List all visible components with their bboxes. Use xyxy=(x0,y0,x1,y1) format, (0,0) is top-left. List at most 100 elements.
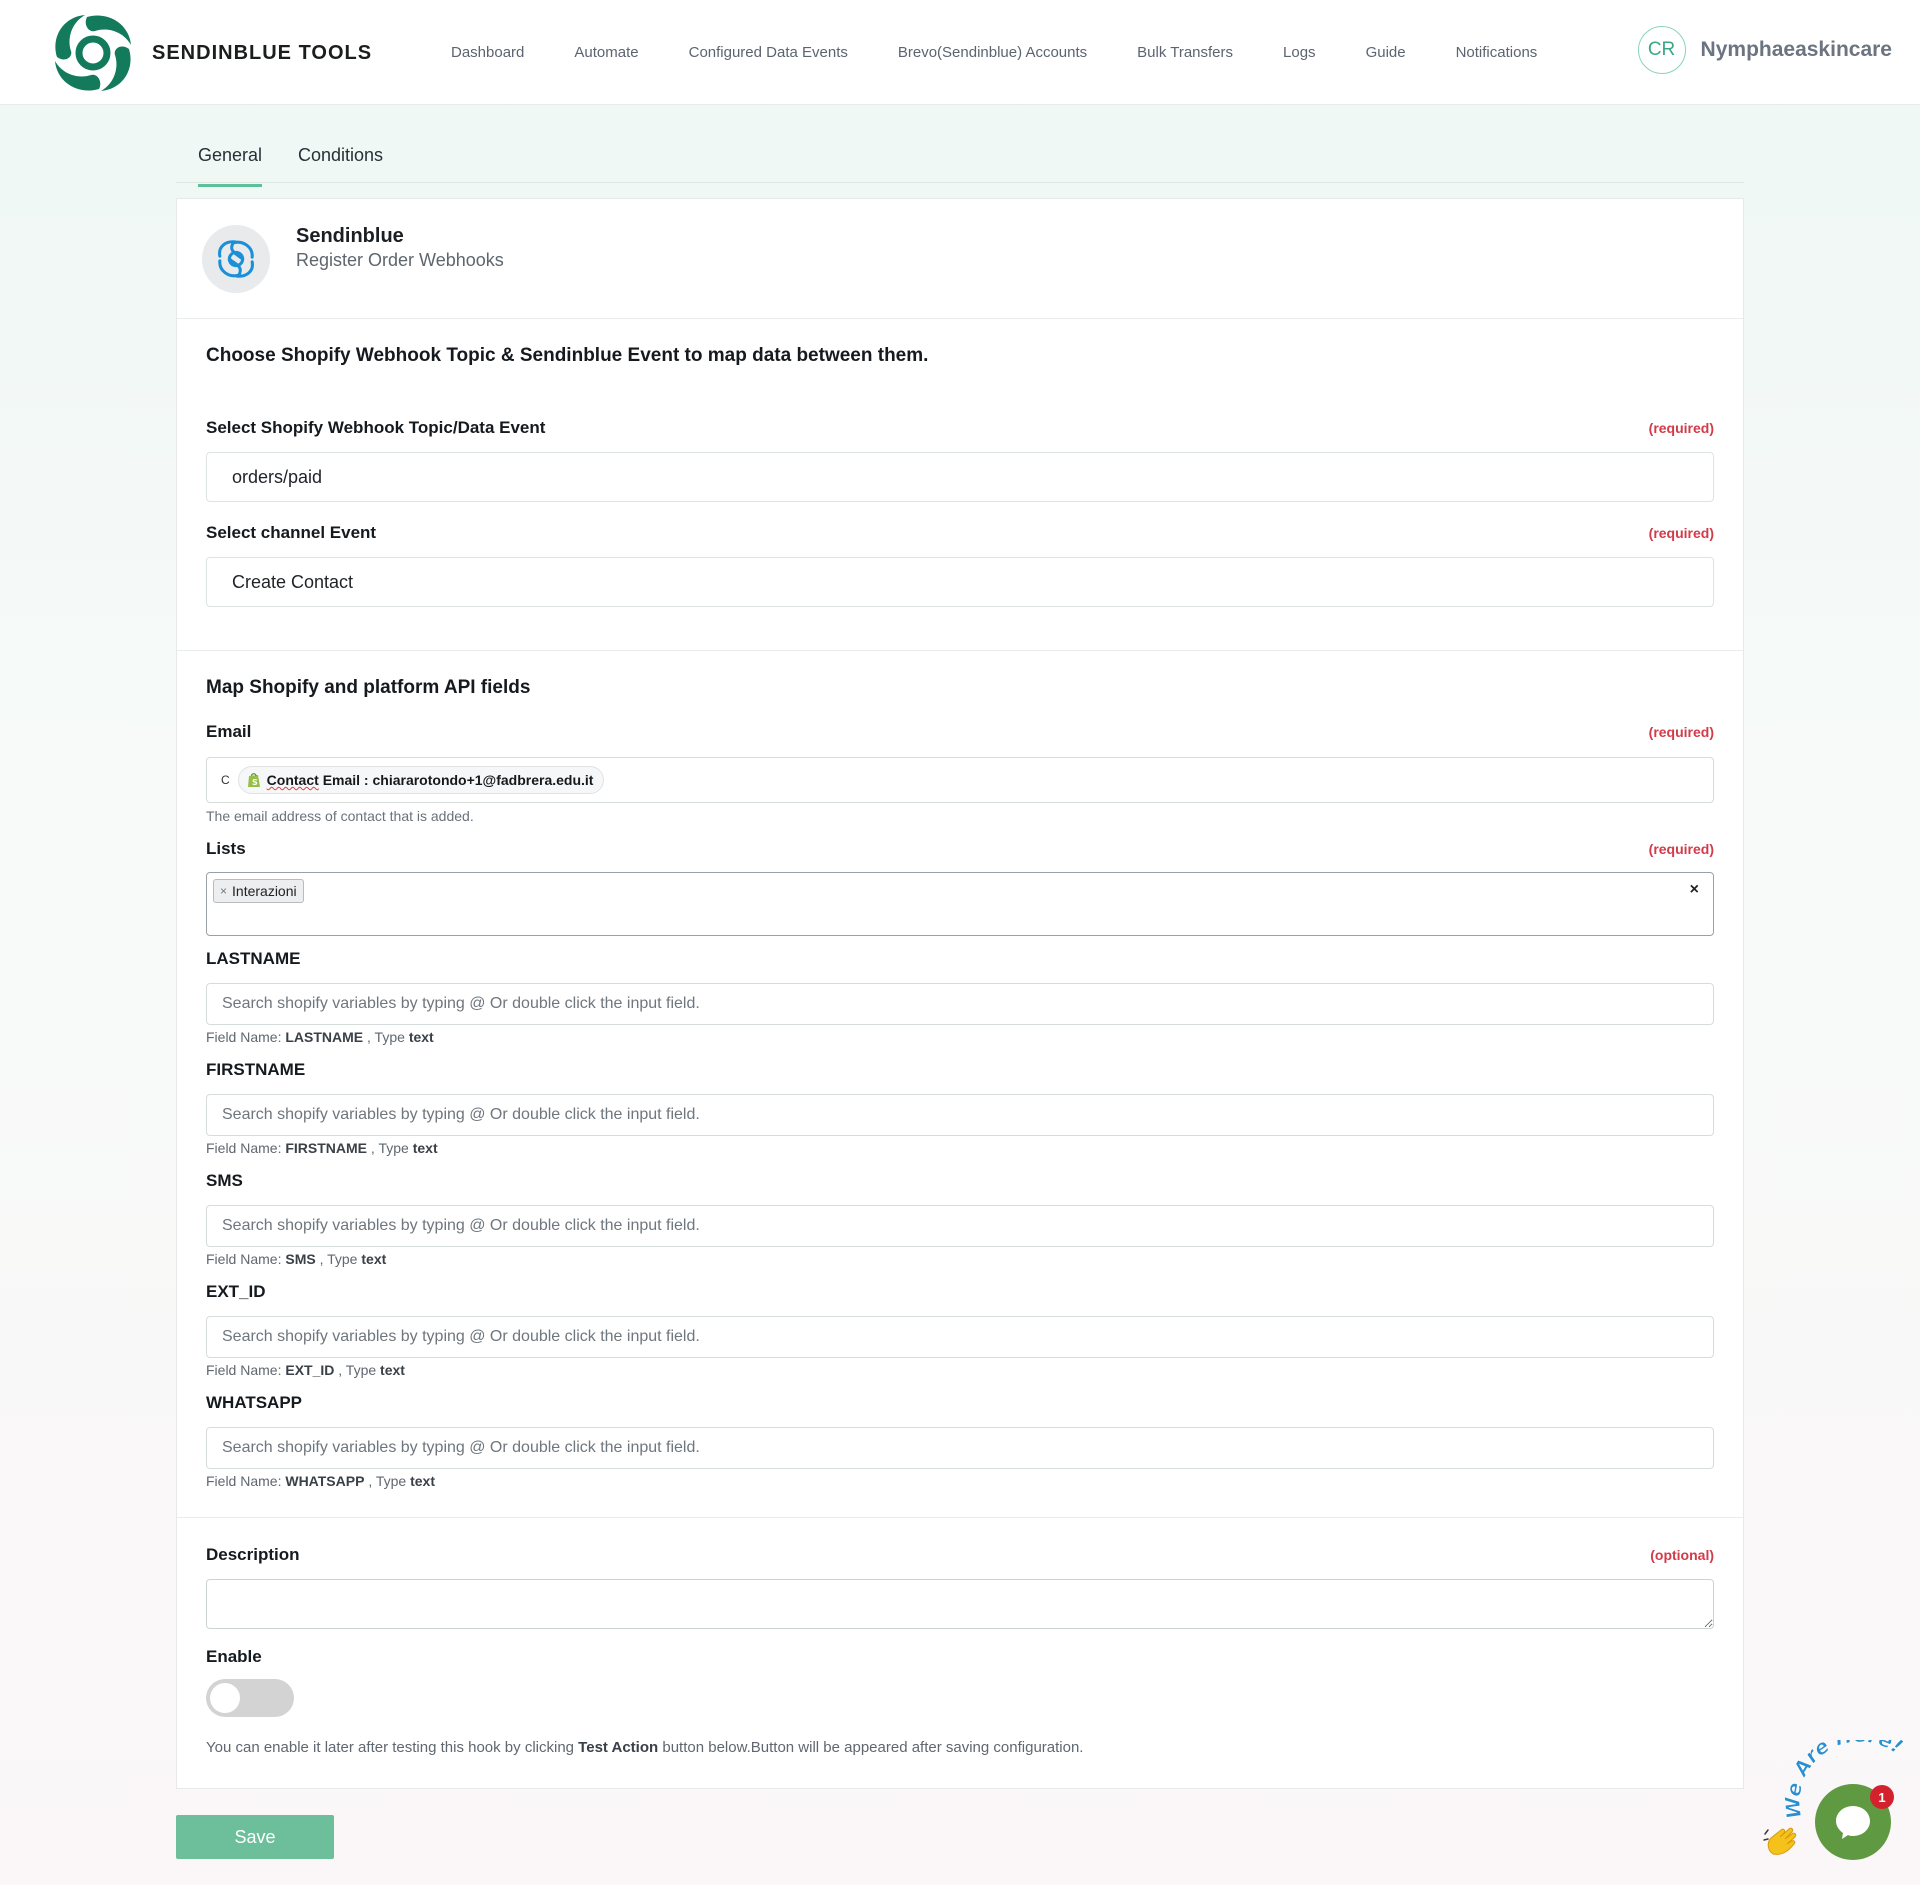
field-label: FIRSTNAME xyxy=(206,1060,306,1079)
brand-name: SENDINBLUE TOOLS xyxy=(152,41,373,64)
lastname-input[interactable] xyxy=(206,983,1714,1025)
email-required: (required) xyxy=(1648,724,1714,740)
field-name-prefix: Field Name: xyxy=(206,1362,282,1378)
field-name: EXT_ID xyxy=(285,1362,335,1378)
app-subtitle: Register Order Webhooks xyxy=(296,250,504,270)
field-label: WHATSAPP xyxy=(206,1393,303,1412)
brand-logo-icon xyxy=(55,15,131,91)
brand[interactable]: SENDINBLUE TOOLS xyxy=(48,12,372,94)
topic-select[interactable]: orders/paid xyxy=(206,452,1714,502)
email-help: The email address of contact that is add… xyxy=(206,808,474,824)
lists-multiselect[interactable]: × Interazioni × xyxy=(206,872,1714,936)
nav-configured-data-events[interactable]: Configured Data Events xyxy=(689,44,848,61)
field-info: Field Name: FIRSTNAME , Type text xyxy=(206,1140,438,1156)
type-prefix: , Type xyxy=(338,1362,377,1378)
divider xyxy=(177,1517,1743,1518)
nav-dashboard[interactable]: Dashboard xyxy=(451,44,524,61)
description-label: Description xyxy=(206,1545,300,1564)
shopify-icon: S xyxy=(247,773,260,787)
app-icon xyxy=(202,225,270,293)
sms-input[interactable] xyxy=(206,1205,1714,1247)
field-type: text xyxy=(410,1473,436,1489)
lists-required: (required) xyxy=(1648,841,1714,857)
tab-general[interactable]: General xyxy=(198,145,263,187)
chat-icon xyxy=(1836,1806,1870,1839)
event-select[interactable]: Create Contact xyxy=(206,557,1714,607)
firstname-input[interactable] xyxy=(206,1094,1714,1136)
topic-required: (required) xyxy=(1648,420,1714,436)
field-name-prefix: Field Name: xyxy=(206,1029,282,1045)
user-name[interactable]: Nymphaeaskincare xyxy=(1701,38,1892,62)
field-type: text xyxy=(380,1362,405,1378)
type-prefix: , Type xyxy=(368,1473,407,1489)
sendinblue-icon xyxy=(218,240,254,278)
field-name-prefix: Field Name: xyxy=(206,1251,282,1267)
chat-widget[interactable]: We Are Here! 1 xyxy=(1760,1740,1920,1880)
type-prefix: , Type xyxy=(319,1251,358,1267)
webhook-section-title: Choose Shopify Webhook Topic & Sendinblu… xyxy=(206,345,929,366)
email-prefix: C xyxy=(221,773,230,787)
field-type: text xyxy=(361,1251,387,1267)
mapping-section-title: Map Shopify and platform API fields xyxy=(206,677,531,698)
nav-logs[interactable]: Logs xyxy=(1283,44,1316,61)
svg-text:S: S xyxy=(252,778,258,787)
avatar[interactable]: CR xyxy=(1637,26,1686,74)
field-name: FIRSTNAME xyxy=(285,1140,368,1156)
field-type: text xyxy=(408,1029,434,1045)
enable-toggle[interactable] xyxy=(206,1679,294,1717)
nav-guide[interactable]: Guide xyxy=(1366,44,1406,61)
description-optional: (optional) xyxy=(1650,1547,1714,1563)
toggle-knob xyxy=(210,1683,240,1713)
note-after: button below.Button will be appeared aft… xyxy=(662,1739,1084,1756)
top-header: SENDINBLUE TOOLS Dashboard Automate Conf… xyxy=(0,0,1920,105)
nav-brevo-accounts[interactable]: Brevo(Sendinblue) Accounts xyxy=(898,44,1087,61)
field-info: Field Name: SMS , Type text xyxy=(206,1251,386,1267)
list-tag[interactable]: × Interazioni xyxy=(213,879,304,903)
event-required: (required) xyxy=(1648,525,1714,541)
app-title: Sendinblue xyxy=(296,225,404,247)
main-nav: Dashboard Automate Configured Data Event… xyxy=(451,0,1587,105)
event-label: Select channel Event xyxy=(206,523,377,542)
waving-hand-icon xyxy=(1763,1827,1797,1855)
field-name: WHATSAPP xyxy=(285,1473,365,1489)
chip-text: Email : chiararotondo+1@fadbrera.edu.it xyxy=(322,772,594,788)
email-label: Email xyxy=(206,722,252,741)
clear-selection-icon[interactable]: × xyxy=(1690,881,1699,899)
email-variable-chip[interactable]: S Contact Email : chiararotondo+1@fadbre… xyxy=(237,766,605,794)
enable-label: Enable xyxy=(206,1647,262,1666)
chat-notification-badge: 1 xyxy=(1870,1785,1894,1809)
config-card: Sendinblue Register Order Webhooks Choos… xyxy=(176,198,1744,1789)
field-name: SMS xyxy=(285,1251,316,1267)
field-info: Field Name: EXT_ID , Type text xyxy=(206,1362,405,1378)
nav-bulk-transfers[interactable]: Bulk Transfers xyxy=(1137,44,1233,61)
field-label: SMS xyxy=(206,1171,243,1190)
field-label: EXT_ID xyxy=(206,1282,266,1301)
email-field[interactable]: C S Contact Email : chiararotondo+1@fadb… xyxy=(206,757,1714,803)
field-info: Field Name: WHATSAPP , Type text xyxy=(206,1473,435,1489)
tab-conditions[interactable]: Conditions xyxy=(298,145,383,184)
field-name: LASTNAME xyxy=(285,1029,364,1045)
divider xyxy=(177,650,1743,651)
field-name-prefix: Field Name: xyxy=(206,1473,282,1489)
field-info: Field Name: LASTNAME , Type text xyxy=(206,1029,434,1045)
card-header: Sendinblue Register Order Webhooks xyxy=(177,199,1743,319)
tag-remove-icon[interactable]: × xyxy=(220,884,227,898)
note-before: You can enable it later after testing th… xyxy=(206,1739,574,1756)
ext-id-input[interactable] xyxy=(206,1316,1714,1358)
note-test-action: Test Action xyxy=(578,1739,659,1756)
lists-label: Lists xyxy=(206,839,246,858)
description-textarea[interactable] xyxy=(206,1579,1714,1629)
tag-label: Interazioni xyxy=(232,883,297,899)
type-prefix: , Type xyxy=(370,1140,409,1156)
type-prefix: , Type xyxy=(367,1029,405,1045)
whatsapp-input[interactable] xyxy=(206,1427,1714,1469)
tab-bar: General Conditions xyxy=(176,135,1744,187)
nav-automate[interactable]: Automate xyxy=(574,44,638,61)
nav-notifications[interactable]: Notifications xyxy=(1456,44,1538,61)
enable-note: You can enable it later after testing th… xyxy=(206,1739,1083,1756)
topic-label: Select Shopify Webhook Topic/Data Event xyxy=(206,418,546,437)
user-menu[interactable]: CR Nymphaeaskincare xyxy=(1637,26,1892,74)
field-name-prefix: Field Name: xyxy=(206,1140,282,1156)
field-label: LASTNAME xyxy=(206,949,301,968)
save-button[interactable]: Save xyxy=(176,1815,334,1859)
